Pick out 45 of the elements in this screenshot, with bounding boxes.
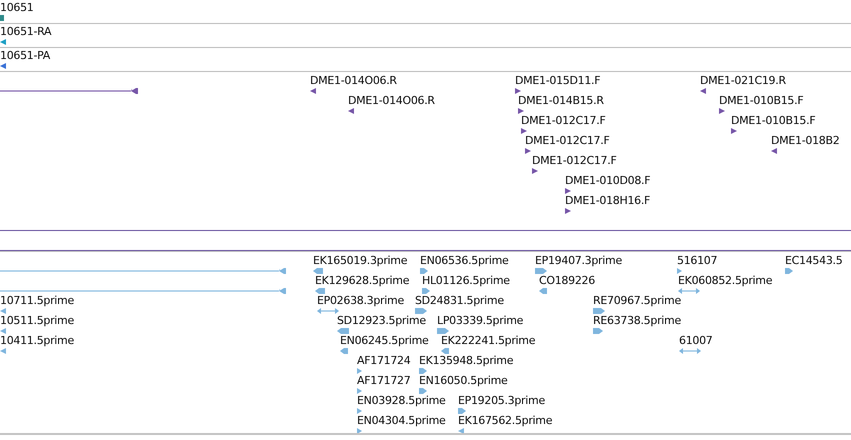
feature-label: DME1-014O06.R [348,94,435,107]
feature-label: DME1-018H16.F [565,194,650,207]
feature-label: EN16050.5prime [419,374,508,387]
feature-label: DME1-012C17.F [521,114,606,127]
feature-label: SD24831.5prime [415,294,504,307]
feature-label: LP03339.5prime [437,314,524,327]
feature-label: EN06245.5prime [340,334,429,347]
feature-label: EK222241.5prime [441,334,536,347]
feature-label: DME1-018B2 [771,134,840,147]
feature-label: 10411.5prime [0,334,74,347]
feature-label: EP02638.3prime [317,294,404,307]
feature-label: EK135948.5prime [419,354,514,367]
feature-label: 516107 [677,254,718,267]
feature-label: DME1-014B15.R [518,94,604,107]
feature-label: 10651-PA [0,49,50,62]
feature-label: EK167562.5prime [458,414,552,427]
feature-label: DME1-012C17.F [532,154,616,167]
feature-label: 61007 [679,334,712,347]
feature-label: 10511.5prime [0,314,74,327]
feature-label: SD12923.5prime [337,314,426,327]
feature-label: EN06536.5prime [420,254,509,267]
feature-label: AF171724 [357,354,410,367]
feature-label: DME1-014O06.R [310,74,397,87]
feature-label: DME1-010D08.F [565,174,650,187]
feature-label: DME1-015D11.F [515,74,600,87]
feature-label: CO189226 [539,274,595,287]
feature-label: EC14543.5 [785,254,842,267]
feature-label: 10651 [0,1,34,14]
feature-label: DME1-010B15.F [719,94,804,107]
feature-label: EK165019.3prime [313,254,408,267]
feature-label: EN04304.5prime [357,414,446,427]
feature-label: DME1-010B15.F [731,114,816,127]
feature-label: EN03928.5prime [357,394,446,407]
feature-label: EP19407.3prime [535,254,622,267]
feature-label: HL01126.5prime [422,274,510,287]
feature-label: RE70967.5prime [593,294,681,307]
feature-label: 10651-RA [0,25,52,38]
feature-label: DME1-012C17.F [525,134,610,147]
feature-label: EK060852.5prime [678,274,772,287]
feature-label: EP19205.3prime [458,394,545,407]
feature-label: 10711.5prime [0,294,74,307]
feature-label: DME1-021C19.R [700,74,786,87]
feature-label: AF171727 [357,374,410,387]
feature-label: RE63738.5prime [593,314,681,327]
feature-label: EK129628.5prime [315,274,410,287]
